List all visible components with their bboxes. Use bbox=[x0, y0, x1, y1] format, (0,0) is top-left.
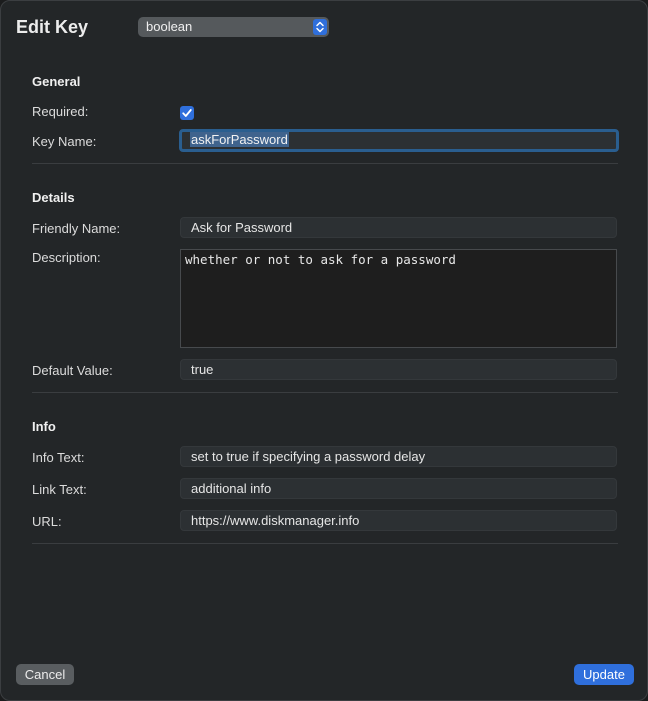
section-details-heading: Details bbox=[32, 190, 75, 205]
section-divider bbox=[32, 392, 618, 393]
friendly-name-field[interactable]: Ask for Password bbox=[180, 217, 617, 238]
type-popup-button[interactable]: boolean bbox=[138, 17, 329, 37]
friendly-name-label: Friendly Name: bbox=[32, 221, 121, 236]
section-info-heading: Info bbox=[32, 419, 56, 434]
link-text-label: Link Text: bbox=[32, 482, 87, 497]
dialog-title: Edit Key bbox=[16, 17, 89, 37]
cancel-button[interactable]: Cancel bbox=[16, 664, 74, 685]
description-label: Description: bbox=[32, 250, 101, 265]
default-value-label: Default Value: bbox=[32, 363, 113, 378]
edit-key-dialog: Edit Key boolean General Required: Key N… bbox=[0, 0, 648, 701]
description-textarea[interactable]: whether or not to ask for a password bbox=[180, 249, 617, 348]
key-name-field[interactable]: askForPassword bbox=[179, 129, 619, 152]
default-value-field[interactable]: true bbox=[180, 359, 617, 380]
url-field[interactable]: https://www.diskmanager.info bbox=[180, 510, 617, 531]
info-text-field[interactable]: set to true if specifying a password del… bbox=[180, 446, 617, 467]
update-button[interactable]: Update bbox=[574, 664, 634, 685]
section-divider bbox=[32, 163, 618, 164]
type-popup-value: boolean bbox=[146, 19, 193, 34]
section-general-heading: General bbox=[32, 74, 81, 89]
link-text-field[interactable]: additional info bbox=[180, 478, 617, 499]
url-label: URL: bbox=[32, 514, 62, 529]
section-divider bbox=[32, 543, 618, 544]
required-checkbox[interactable] bbox=[180, 106, 194, 120]
info-text-label: Info Text: bbox=[32, 450, 85, 465]
checkmark-icon bbox=[182, 109, 192, 117]
key-name-value: askForPassword bbox=[190, 132, 289, 147]
key-name-label: Key Name: bbox=[32, 134, 97, 149]
chevron-up-down-icon bbox=[313, 19, 327, 35]
required-label: Required: bbox=[32, 104, 89, 119]
